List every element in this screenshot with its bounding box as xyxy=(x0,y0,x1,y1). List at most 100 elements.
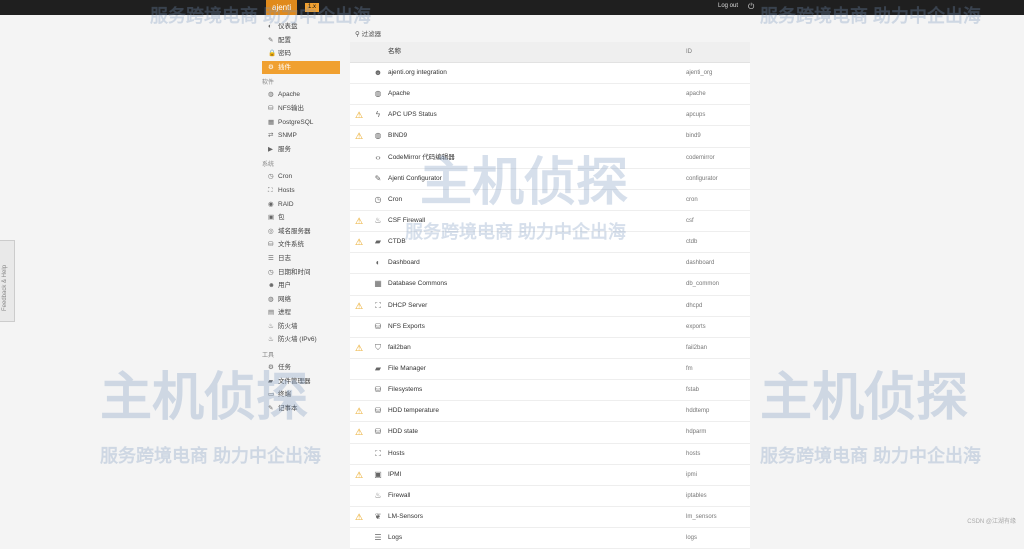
sidebar-item[interactable]: ◉ RAID xyxy=(262,198,340,212)
sidebar-item[interactable]: ♨ 防火墙 xyxy=(262,320,340,334)
sidebar-item[interactable]: ◐ 仪表盘 xyxy=(262,20,340,34)
warning-slot xyxy=(350,190,368,210)
sidebar-item[interactable]: ▭ 终端 xyxy=(262,388,340,402)
table-row[interactable]: ♨ Firewall iptables xyxy=(350,485,750,507)
sidebar-item[interactable]: ◍ Apache xyxy=(262,88,340,102)
table-row[interactable]: ✎ Ajenti Configurator configurator xyxy=(350,168,750,190)
wrench-icon: ✎ xyxy=(374,173,382,183)
table-row[interactable]: ▦ Database Commons db_common xyxy=(350,274,750,296)
warning-slot xyxy=(350,169,368,189)
gift-icon: ▣ xyxy=(268,214,275,222)
sidebar-item-label: 域名服务器 xyxy=(278,227,311,235)
table-row[interactable]: ⚠ ♨ CSF Firewall csf xyxy=(350,210,750,233)
list-icon: ☰ xyxy=(268,254,274,262)
table-row[interactable]: ⚠ ⛁ HDD state hdparm xyxy=(350,422,750,444)
fire-icon: ♨ xyxy=(374,490,382,500)
sidebar-item[interactable]: ▰ 文件管理器 xyxy=(262,375,340,389)
table-row[interactable]: ⚠ ⛁ HDD temperature hddtemp xyxy=(350,401,750,423)
sidebar-item-label: 文件系统 xyxy=(278,241,304,249)
plugin-id: fstab xyxy=(686,387,700,394)
sidebar-item[interactable]: ⚙ 插件 xyxy=(262,60,340,75)
plugin-id: exports xyxy=(686,323,706,330)
sidebar-item-label: 用户 xyxy=(278,282,291,290)
warning-slot xyxy=(350,528,368,548)
plugin-name: Ajenti Configurator xyxy=(388,174,442,182)
plugin-id: hosts xyxy=(686,450,701,457)
sidebar-item[interactable]: ⚙ 任务 xyxy=(262,361,340,375)
sidebar-item[interactable]: 🔒 密码 xyxy=(262,47,340,61)
table-row[interactable]: ⛁ Filesystems fstab xyxy=(350,380,750,402)
sidebar-item[interactable]: ☻ 用户 xyxy=(262,279,340,293)
plugin-name: fail2ban xyxy=(388,343,411,351)
sidebar-item[interactable]: ✎ 配置 xyxy=(262,34,340,48)
table-row[interactable]: ◍ Apache apache xyxy=(350,84,750,106)
table-row[interactable]: ⚠ ▣ IPMI ipmi xyxy=(350,464,750,486)
list-icon: ☰ xyxy=(374,533,382,543)
fire-icon: ♨ xyxy=(268,322,274,330)
sidebar-item[interactable]: ▣ 包 xyxy=(262,211,340,225)
column-header-id[interactable]: ID xyxy=(686,42,750,62)
sidebar-item-label: 防火墙 (IPv6) xyxy=(278,336,317,344)
warning-slot xyxy=(350,84,368,104)
feedback-tab[interactable]: Feedback & Help xyxy=(0,240,15,322)
plugin-name: APC UPS Status xyxy=(388,111,437,119)
terminal-icon: ▭ xyxy=(268,391,275,399)
lock-icon: 🔒 xyxy=(268,50,277,58)
sidebar-item[interactable]: ☰ 日志 xyxy=(262,252,340,266)
plugin-name: Firewall xyxy=(388,491,411,499)
sidebar-item[interactable]: ✎ 记事本 xyxy=(262,402,340,416)
logout-link[interactable]: Log out xyxy=(718,3,738,9)
code-icon: ‹› xyxy=(375,152,381,162)
table-row[interactable]: ⚠ ▰ CTDB ctdb xyxy=(350,232,750,254)
table-row[interactable]: ◐ Dashboard dashboard xyxy=(350,253,750,275)
sidebar-item[interactable]: ⇄ SNMP xyxy=(262,129,340,143)
bolt-icon: ϟ xyxy=(375,110,381,120)
warning-slot xyxy=(350,359,368,379)
table-row[interactable]: ⚠ ϟ APC UPS Status apcups xyxy=(350,105,750,127)
table-row[interactable]: ⚠ ❦ LM-Sensors lm_sensors xyxy=(350,506,750,529)
sidebar-item[interactable]: ▤ 进程 xyxy=(262,306,340,320)
fire-icon: ♨ xyxy=(268,336,274,344)
table-row[interactable]: ⚠ ⛉ fail2ban fail2ban xyxy=(350,337,750,359)
table-row[interactable]: ☰ Logs logs xyxy=(350,528,750,549)
sidebar-item[interactable]: ♨ 防火墙 (IPv6) xyxy=(262,333,340,347)
table-row[interactable]: ◷ Cron cron xyxy=(350,189,750,211)
table-row[interactable]: ▰ File Manager fm xyxy=(350,358,750,381)
leaf-icon: ❦ xyxy=(374,511,382,521)
brand-logo[interactable]: ajenti xyxy=(266,0,298,15)
filter-input[interactable]: ⚲ 过滤器 xyxy=(355,28,381,38)
power-icon[interactable]: ⏻ xyxy=(748,2,754,12)
sidebar-item[interactable]: ◍ 网络 xyxy=(262,293,340,307)
table-row[interactable]: ☻ ajenti.org integration ajenti_org xyxy=(350,63,750,85)
table-row[interactable]: ⛶ Hosts hosts xyxy=(350,443,750,465)
plugin-id: iptables xyxy=(686,492,707,499)
sidebar-item[interactable]: ◷ Cron xyxy=(262,170,340,184)
table-row[interactable]: ⚠ ⛶ DHCP Server dhcpd xyxy=(350,295,750,317)
sidebar-item[interactable]: ⛁ NFS输出 xyxy=(262,102,340,116)
column-header-name[interactable]: 名称 xyxy=(388,42,686,62)
table-row[interactable]: ⛁ NFS Exports exports xyxy=(350,316,750,338)
sidebar-item[interactable]: ▶ 服务 xyxy=(262,143,340,157)
warning-slot xyxy=(350,317,368,337)
table-row[interactable]: ⚠ ◍ BIND9 bind9 xyxy=(350,126,750,148)
sidebar-item[interactable]: ⛁ 文件系统 xyxy=(262,238,340,252)
plugin-id: ajenti_org xyxy=(686,70,713,76)
fire-icon: ♨ xyxy=(374,215,382,225)
table-row[interactable]: ‹› CodeMirror 代码编辑器 codemirror xyxy=(350,147,750,169)
plugin-id: lm_sensors xyxy=(686,513,717,520)
plugin-name: CTDB xyxy=(388,238,406,246)
sidebar-item-label: 日期和时间 xyxy=(278,268,311,276)
plugin-id: codemirror xyxy=(686,154,715,161)
sidebar-item[interactable]: ⛶ Hosts xyxy=(262,184,340,198)
plugin-id: fail2ban xyxy=(686,344,708,351)
globe-icon: ◍ xyxy=(374,131,382,141)
sidebar-item-label: 网络 xyxy=(278,295,291,303)
sidebar-item-label: 插件 xyxy=(278,63,291,71)
sitemap-icon: ⛶ xyxy=(375,300,381,310)
sidebar-item[interactable]: ◎ 域名服务器 xyxy=(262,225,340,239)
sidebar-item[interactable]: ◷ 日期和时间 xyxy=(262,266,340,280)
plugin-id: dhcpd xyxy=(686,302,703,309)
sidebar-item[interactable]: ▦ PostgreSQL xyxy=(262,116,340,130)
plugin-id: db_common xyxy=(686,281,720,288)
warning-slot xyxy=(350,63,368,83)
